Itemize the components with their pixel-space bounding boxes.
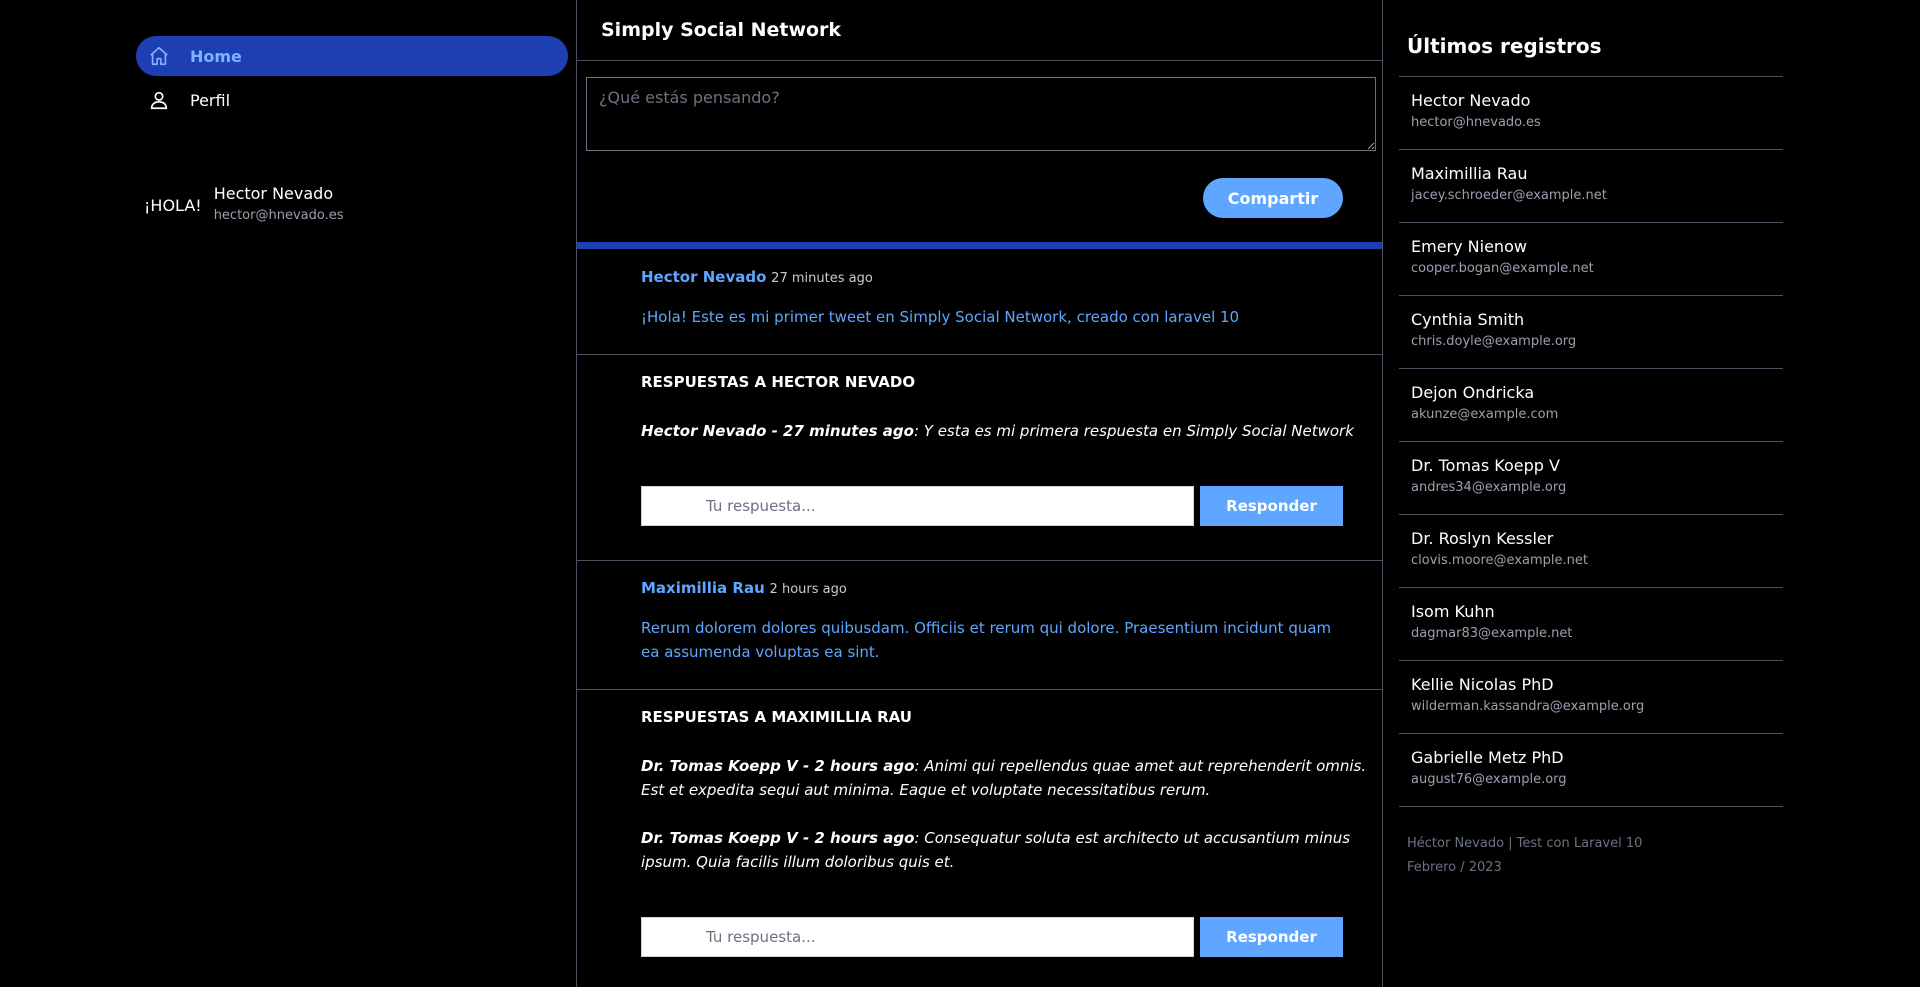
user-email: dagmar83@example.net <box>1411 626 1573 641</box>
footer-date: Febrero / 2023 <box>1407 860 1502 875</box>
latest-users-title: Últimos registros <box>1407 34 1602 58</box>
greeting-text: ¡HOLA! <box>144 196 202 215</box>
reply-author: Dr. Tomas Koepp V - 2 hours ago <box>641 829 915 847</box>
reply-item: Dr. Tomas Koepp V - 2 hours ago: Animi q… <box>641 754 1381 802</box>
user-email: august76@example.org <box>1411 772 1567 787</box>
reply-input[interactable] <box>641 486 1194 526</box>
user-email: wilderman.kassandra@example.org <box>1411 699 1645 714</box>
user-name: Gabrielle Metz PhD <box>1411 748 1564 767</box>
list-item[interactable]: Dejon Ondricka akunze@example.com <box>1399 369 1783 442</box>
replies-section: RESPUESTAS A HECTOR NEVADO Hector Nevado… <box>577 355 1382 561</box>
post-time: 2 hours ago <box>769 582 847 597</box>
user-name: Hector Nevado <box>1411 91 1531 110</box>
user-name: Dr. Roslyn Kessler <box>1411 529 1554 548</box>
post-text: Rerum dolorem dolores quibusdam. Officii… <box>641 619 1332 661</box>
list-item[interactable]: Isom Kuhn dagmar83@example.net <box>1399 588 1783 661</box>
post-meta: Maximillia Rau 2 hours ago <box>641 579 847 597</box>
list-item[interactable]: Cynthia Smith chris.doyle@example.org <box>1399 296 1783 369</box>
user-name: Emery Nienow <box>1411 237 1527 256</box>
post-item: Maximillia Rau 2 hours ago Rerum dolorem… <box>577 561 1382 690</box>
page-title: Simply Social Network <box>577 0 1382 61</box>
reply-button[interactable]: Responder <box>1200 486 1343 526</box>
user-email: cooper.bogan@example.net <box>1411 261 1594 276</box>
post-author[interactable]: Hector Nevado <box>641 268 766 286</box>
list-item[interactable]: Emery Nienow cooper.bogan@example.net <box>1399 223 1783 296</box>
sidebar-item-perfil[interactable]: Perfil <box>136 80 568 120</box>
user-email: andres34@example.org <box>1411 480 1567 495</box>
user-name: Maximillia Rau <box>1411 164 1528 183</box>
list-item[interactable]: Dr. Tomas Koepp V andres34@example.org <box>1399 442 1783 515</box>
reply-text: : Y esta es mi primera respuesta en Simp… <box>913 422 1354 440</box>
footer: Héctor Nevado | Test con Laravel 10 Febr… <box>1407 832 1642 880</box>
sidebar-item-home[interactable]: Home <box>136 36 568 76</box>
list-item[interactable]: Dr. Roslyn Kessler clovis.moore@example.n… <box>1399 515 1783 588</box>
user-name: Isom Kuhn <box>1411 602 1495 621</box>
list-item[interactable]: Hector Nevado hector@hnevado.es <box>1399 77 1783 150</box>
post-composer-input[interactable] <box>586 77 1376 151</box>
reply-button[interactable]: Responder <box>1200 917 1343 957</box>
user-name: Dejon Ondricka <box>1411 383 1535 402</box>
home-icon <box>148 45 170 67</box>
user-email: akunze@example.com <box>1411 407 1559 422</box>
user-email: hector@hnevado.es <box>1411 115 1541 130</box>
replies-section: RESPUESTAS A MAXIMILLIA RAU Dr. Tomas Ko… <box>577 690 1382 987</box>
post-meta: Hector Nevado 27 minutes ago <box>641 268 873 286</box>
left-sidebar: Home Perfil ¡HOLA! Hector Nevado hector@… <box>0 0 576 987</box>
user-icon <box>148 89 170 111</box>
user-name: Kellie Nicolas PhD <box>1411 675 1554 694</box>
replies-heading: RESPUESTAS A HECTOR NEVADO <box>641 373 916 391</box>
current-user-email: hector@hnevado.es <box>213 208 344 223</box>
post-time: 27 minutes ago <box>771 271 873 286</box>
main-feed: Simply Social Network Compartir Hector N… <box>576 0 1383 987</box>
share-button[interactable]: Compartir <box>1203 178 1343 218</box>
list-item[interactable]: Kellie Nicolas PhD wilderman.kassandra@ex… <box>1399 661 1783 734</box>
reply-item: Hector Nevado - 27 minutes ago: Y esta e… <box>641 419 1381 443</box>
user-email: chris.doyle@example.org <box>1411 334 1577 349</box>
latest-users-list: Hector Nevado hector@hnevado.es Maximilli… <box>1399 76 1783 807</box>
reply-author: Hector Nevado - 27 minutes ago <box>641 422 914 440</box>
divider <box>577 242 1382 249</box>
user-name: Cynthia Smith <box>1411 310 1525 329</box>
current-user-name: Hector Nevado <box>213 184 334 203</box>
post-text: ¡Hola! Este es mi primer tweet en Simply… <box>641 308 1240 326</box>
reply-input[interactable] <box>641 917 1194 957</box>
right-sidebar: Últimos registros Hector Nevado hector@hn… <box>1383 0 1920 987</box>
user-greeting: ¡HOLA! Hector Nevado hector@hnevado.es <box>144 184 343 223</box>
sidebar-item-label: Home <box>190 46 242 66</box>
reply-item: Dr. Tomas Koepp V - 2 hours ago: Consequ… <box>641 826 1381 874</box>
post-author[interactable]: Maximillia Rau <box>641 579 765 597</box>
list-item[interactable]: Gabrielle Metz PhD august76@example.org <box>1399 734 1783 807</box>
footer-credit: Héctor Nevado | Test con Laravel 10 <box>1407 836 1643 851</box>
user-name: Dr. Tomas Koepp V <box>1411 456 1560 475</box>
reply-author: Dr. Tomas Koepp V - 2 hours ago <box>641 757 915 775</box>
sidebar-item-label: Perfil <box>190 90 231 110</box>
post-item: Hector Nevado 27 minutes ago ¡Hola! Este… <box>577 249 1382 355</box>
user-email: jacey.schroeder@example.net <box>1411 188 1607 203</box>
user-email: clovis.moore@example.net <box>1411 553 1588 568</box>
list-item[interactable]: Maximillia Rau jacey.schroeder@example.ne… <box>1399 150 1783 223</box>
replies-heading: RESPUESTAS A MAXIMILLIA RAU <box>641 708 912 726</box>
